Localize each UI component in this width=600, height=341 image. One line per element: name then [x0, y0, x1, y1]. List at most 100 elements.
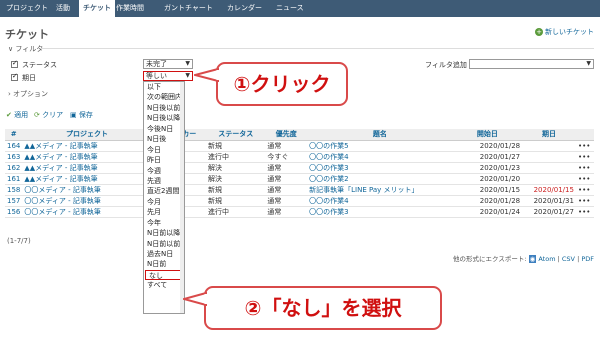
issue-id[interactable]: 158 [5, 184, 23, 196]
due-operator-select[interactable]: 等しい ▼ [143, 71, 193, 81]
issue-priority: 通常 [265, 184, 308, 196]
col-due-date[interactable]: 期日 [522, 129, 576, 141]
issue-start-date: 2020/01/23 [452, 162, 523, 174]
issue-start-date: 2020/01/27 [452, 151, 523, 163]
row-menu-button[interactable]: ••• [575, 173, 594, 185]
issue-project[interactable]: 〇〇メディア - 記事執筆 [22, 206, 152, 218]
dropdown-option[interactable]: 先月 [144, 207, 184, 217]
export-label: 他の形式にエクスポート: [453, 255, 527, 263]
table-row: 164 ▲▲メディア - 記事執筆 タスク 新規 通常 〇〇の作業5 2020/… [5, 140, 594, 152]
dropdown-option-none[interactable]: なし [145, 269, 183, 281]
due-filter-checkbox[interactable] [11, 72, 18, 81]
save-icon: ▣ [70, 111, 77, 119]
row-menu-button[interactable]: ••• [575, 184, 594, 196]
dropdown-option[interactable]: 今後N日 [144, 124, 184, 134]
dropdown-option[interactable]: 以下 [144, 82, 184, 92]
issue-id[interactable]: 161 [5, 173, 23, 185]
issue-subject[interactable]: 〇〇の作業3 [307, 162, 453, 174]
row-menu-button[interactable]: ••• [575, 140, 594, 152]
issue-project[interactable]: 〇〇メディア - 記事執筆 [22, 184, 152, 196]
status-operator-select[interactable]: 未完了 ▼ [143, 59, 193, 69]
check-icon: ✔ [6, 111, 12, 119]
issue-id[interactable]: 157 [5, 195, 23, 207]
dropdown-option[interactable]: N日前以降 [144, 228, 184, 238]
issue-project[interactable]: 〇〇メディア - 記事執筆 [22, 195, 152, 207]
nav-calendar[interactable]: カレンダー [223, 0, 266, 17]
dropdown-option[interactable]: N日前 [144, 259, 184, 269]
row-menu-button[interactable]: ••• [575, 151, 594, 163]
issue-subject[interactable]: 新記事執筆「LINE Pay メリット」 [307, 184, 453, 196]
nav-projects[interactable]: プロジェクト [2, 0, 52, 17]
callout-select-none: ②「なし」を選択 [204, 286, 442, 330]
nav-tickets[interactable]: チケット [79, 0, 115, 17]
issue-id[interactable]: 163 [5, 151, 23, 163]
col-status[interactable]: ステータス [206, 129, 266, 141]
dropdown-option[interactable]: 今年 [144, 218, 184, 228]
dropdown-option[interactable]: N日後以前 [144, 103, 184, 113]
col-actions [575, 129, 594, 141]
issue-project[interactable]: ▲▲メディア - 記事執筆 [22, 173, 152, 185]
top-nav: プロジェクト 活動 チケット 作業時間 ガントチャート カレンダー ニュース [0, 0, 600, 17]
dropdown-option[interactable]: N日前以前 [144, 239, 184, 249]
callout-pointer [183, 292, 208, 306]
add-filter-select[interactable]: ▼ [469, 59, 594, 69]
options-toggle[interactable]: › オプション [8, 89, 48, 99]
issue-priority: 今すぐ [265, 151, 308, 163]
issue-start-date: 2020/01/20 [452, 173, 523, 185]
row-menu-button[interactable]: ••• [575, 206, 594, 218]
dropdown-option[interactable]: 今週 [144, 166, 184, 176]
row-menu-button[interactable]: ••• [575, 195, 594, 207]
table-row: 163 ▲▲メディア - 記事執筆 タスク 進行中 今すぐ 〇〇の作業4 202… [5, 151, 594, 163]
issue-subject[interactable]: 〇〇の作業5 [307, 140, 453, 152]
issue-subject[interactable]: 〇〇の作業4 [307, 151, 453, 163]
issue-status: 解決 [206, 162, 266, 174]
issue-status: 新規 [206, 195, 266, 207]
col-subject[interactable]: 題名 [307, 129, 453, 141]
apply-button[interactable]: ✔ 適用 [6, 110, 28, 120]
nav-gantt[interactable]: ガントチャート [160, 0, 217, 17]
nav-time[interactable]: 作業時間 [112, 0, 148, 17]
issue-subject[interactable]: 〇〇の作業4 [307, 195, 453, 207]
dropdown-option[interactable]: 次の範囲内 [144, 92, 184, 102]
nav-activity[interactable]: 活動 [52, 0, 74, 17]
table-row: 161 ▲▲メディア - 記事執筆 タスク 解決 通常 〇〇の作業2 2020/… [5, 173, 594, 185]
clear-button[interactable]: ⟳ クリア [34, 110, 63, 120]
col-id[interactable]: # [5, 129, 23, 141]
dropdown-option[interactable]: 先週 [144, 176, 184, 186]
dropdown-scrollbar[interactable] [180, 82, 184, 313]
dropdown-option[interactable]: 過去N日 [144, 249, 184, 259]
issue-id[interactable]: 156 [5, 206, 23, 218]
export-csv-link[interactable]: CSV [562, 255, 575, 263]
new-ticket-link[interactable]: + 新しいチケット [535, 27, 594, 37]
issues-table: # プロジェクト トラッカー ステータス 優先度 題名 開始日 期日 164 ▲… [5, 129, 594, 218]
result-count: (1-7/7) [7, 237, 31, 245]
issue-project[interactable]: ▲▲メディア - 記事執筆 [22, 140, 152, 152]
col-start-date[interactable]: 開始日 [452, 129, 523, 141]
status-filter-checkbox[interactable] [11, 59, 18, 68]
dropdown-option[interactable]: 今日 [144, 145, 184, 155]
nav-news[interactable]: ニュース [272, 0, 308, 17]
issue-subject[interactable]: 〇〇の作業2 [307, 173, 453, 185]
dropdown-option[interactable]: N日後以降 [144, 113, 184, 123]
issue-priority: 通常 [265, 195, 308, 207]
issue-subject[interactable]: 〇〇の作業3 [307, 206, 453, 218]
col-project[interactable]: プロジェクト [22, 129, 152, 141]
issue-project[interactable]: ▲▲メディア - 記事執筆 [22, 151, 152, 163]
dropdown-option[interactable]: 直近2週間 [144, 186, 184, 196]
save-button[interactable]: ▣ 保存 [70, 110, 93, 120]
dropdown-option[interactable]: 今月 [144, 197, 184, 207]
dropdown-option[interactable]: すべて [144, 280, 184, 290]
dropdown-option[interactable]: 昨日 [144, 155, 184, 165]
col-priority[interactable]: 優先度 [265, 129, 308, 141]
issue-id[interactable]: 162 [5, 162, 23, 174]
row-menu-button[interactable]: ••• [575, 162, 594, 174]
export-pdf-link[interactable]: PDF [581, 255, 594, 263]
issue-due-date [522, 151, 576, 163]
filter-toggle[interactable]: ∨ フィルタ [8, 44, 43, 54]
dropdown-option[interactable]: N日後 [144, 134, 184, 144]
issue-start-date: 2020/01/28 [452, 195, 523, 207]
export-atom-link[interactable]: Atom [538, 255, 555, 263]
issue-due-date [522, 162, 576, 174]
issue-project[interactable]: ▲▲メディア - 記事執筆 [22, 162, 152, 174]
issue-id[interactable]: 164 [5, 140, 23, 152]
